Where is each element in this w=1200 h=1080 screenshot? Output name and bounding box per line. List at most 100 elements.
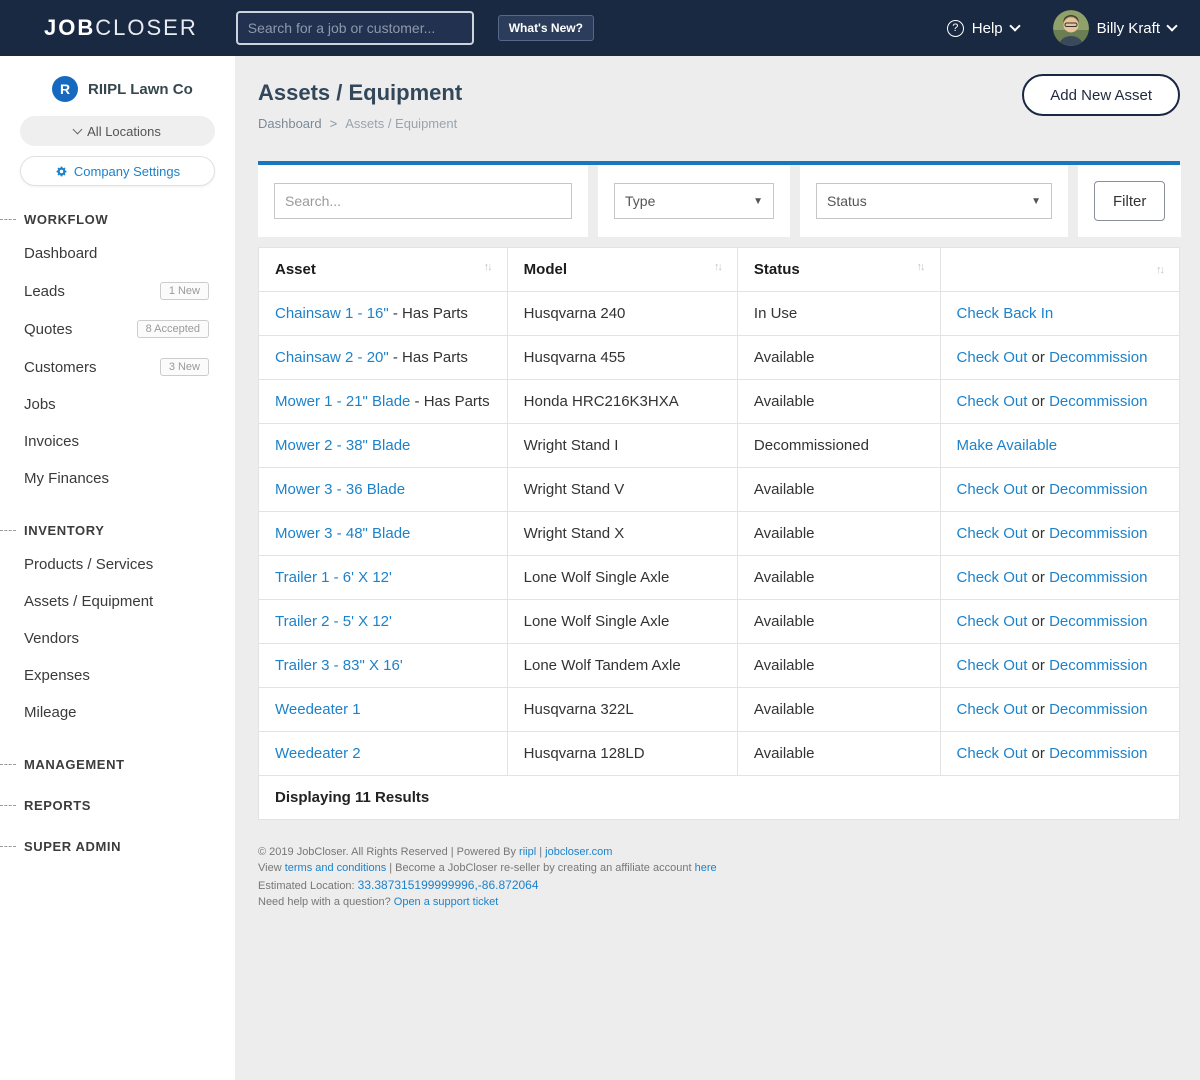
action-link-check-out[interactable]: Check Out (957, 525, 1028, 542)
sidebar-item-mileage[interactable]: Mileage (0, 694, 235, 731)
action-link-check-out[interactable]: Check Out (957, 569, 1028, 586)
sort-icon[interactable]: ↑↓ (917, 261, 924, 273)
filter-button[interactable]: Filter (1094, 181, 1165, 221)
section-dash (0, 219, 16, 220)
asset-link[interactable]: Trailer 1 - 6' X 12' (275, 569, 392, 586)
sort-icon[interactable]: ↑↓ (484, 261, 491, 273)
action-link-decommission[interactable]: Decommission (1049, 481, 1147, 498)
action-link-check-out[interactable]: Check Out (957, 657, 1028, 674)
sidebar-item-quotes[interactable]: Quotes8 Accepted (0, 310, 235, 348)
asset-link[interactable]: Trailer 3 - 83" X 16' (275, 657, 403, 674)
action-link-decommission[interactable]: Decommission (1049, 525, 1147, 542)
help-menu[interactable]: ? Help (947, 20, 1019, 37)
sidebar-item-invoices[interactable]: Invoices (0, 423, 235, 460)
asset-cell: Weedeater 2 (259, 732, 508, 776)
action-link-check-out[interactable]: Check Out (957, 745, 1028, 762)
footer-text: Estimated Location: (258, 880, 358, 892)
section-label: Reports (24, 798, 91, 813)
filter-status-cell: Status ▼ (800, 165, 1068, 237)
status-cell: Available (737, 600, 940, 644)
model-cell: Wright Stand X (507, 512, 737, 556)
assets-table-body: Chainsaw 1 - 16" - Has Parts Husqvarna 24… (259, 292, 1180, 776)
asset-cell: Mower 2 - 38" Blade (259, 424, 508, 468)
user-menu[interactable]: Billy Kraft (1053, 10, 1176, 46)
footer-link-riipl[interactable]: riipl (519, 846, 536, 858)
action-separator: or (1027, 745, 1049, 762)
action-link-decommission[interactable]: Decommission (1049, 745, 1147, 762)
action-link-check-back-in[interactable]: Check Back In (957, 305, 1054, 322)
footer-link-jobcloser-com[interactable]: jobcloser.com (545, 846, 612, 858)
chevron-down-icon (73, 125, 83, 135)
model-cell: Husqvarna 322L (507, 688, 737, 732)
sidebar-item-assets-equipment[interactable]: Assets / Equipment (0, 583, 235, 620)
asset-cell: Mower 1 - 21" Blade - Has Parts (259, 380, 508, 424)
sidebar-item-expenses[interactable]: Expenses (0, 657, 235, 694)
breadcrumb-dashboard[interactable]: Dashboard (258, 116, 322, 131)
asset-link[interactable]: Chainsaw 2 - 20" (275, 349, 389, 366)
help-label: Help (972, 20, 1003, 37)
footer-link-here[interactable]: here (695, 862, 717, 874)
action-link-decommission[interactable]: Decommission (1049, 657, 1147, 674)
asset-link[interactable]: Trailer 2 - 5' X 12' (275, 613, 392, 630)
locations-dropdown[interactable]: All Locations (20, 116, 215, 146)
nav-section-reports: Reports (0, 798, 235, 813)
global-search-input[interactable] (236, 11, 474, 45)
count-badge: 1 New (160, 282, 209, 300)
table-row: Mower 2 - 38" BladeWright Stand IDecommi… (259, 424, 1180, 468)
nav-section-inventory: Inventory (0, 523, 235, 538)
top-navbar: JOBCLOSER What's New? ? Help (0, 0, 1200, 56)
sidebar-item-jobs[interactable]: Jobs (0, 386, 235, 423)
sidebar-item-dashboard[interactable]: Dashboard (0, 235, 235, 272)
asset-link[interactable]: Mower 3 - 36 Blade (275, 481, 405, 498)
table-search-input[interactable] (274, 183, 572, 219)
company-name: RIIPL Lawn Co (88, 81, 193, 98)
asset-link[interactable]: Mower 2 - 38" Blade (275, 437, 410, 454)
table-footer-row: Displaying 11 Results (259, 776, 1180, 820)
table-row: Chainsaw 2 - 20" - Has PartsHusqvarna 45… (259, 336, 1180, 380)
action-link-make-available[interactable]: Make Available (957, 437, 1058, 454)
action-link-decommission[interactable]: Decommission (1049, 349, 1147, 366)
add-new-asset-button[interactable]: Add New Asset (1022, 74, 1180, 116)
asset-link[interactable]: Mower 3 - 48" Blade (275, 525, 410, 542)
sort-icon[interactable]: ↑↓ (1156, 264, 1163, 276)
sidebar-item-leads[interactable]: Leads1 New (0, 272, 235, 310)
actions-cell: Check Out or Decommission (940, 600, 1179, 644)
table-row: Trailer 2 - 5' X 12'Lone Wolf Single Axl… (259, 600, 1180, 644)
sidebar-item-customers[interactable]: Customers3 New (0, 348, 235, 386)
footer-link-33-387315199999996-86-872064[interactable]: 33.387315199999996,-86.872064 (358, 878, 539, 892)
sidebar-item-label: Mileage (24, 704, 77, 721)
asset-suffix: - Has Parts (389, 349, 468, 366)
logo: JOBCLOSER (44, 15, 198, 41)
status-cell: In Use (737, 292, 940, 336)
action-link-check-out[interactable]: Check Out (957, 701, 1028, 718)
logo-light: CLOSER (95, 15, 197, 40)
action-link-check-out[interactable]: Check Out (957, 393, 1028, 410)
status-select[interactable]: Status ▼ (816, 183, 1052, 219)
model-cell: Lone Wolf Tandem Axle (507, 644, 737, 688)
actions-cell: Check Out or Decommission (940, 644, 1179, 688)
whats-new-button[interactable]: What's New? (498, 15, 594, 41)
sidebar-item-my-finances[interactable]: My Finances (0, 460, 235, 497)
action-link-decommission[interactable]: Decommission (1049, 701, 1147, 718)
action-link-decommission[interactable]: Decommission (1049, 569, 1147, 586)
type-select[interactable]: Type ▼ (614, 183, 774, 219)
filter-type-cell: Type ▼ (598, 165, 790, 237)
action-link-check-out[interactable]: Check Out (957, 481, 1028, 498)
asset-link[interactable]: Mower 1 - 21" Blade (275, 393, 410, 410)
action-link-check-out[interactable]: Check Out (957, 349, 1028, 366)
footer-link-terms-and-conditions[interactable]: terms and conditions (285, 862, 387, 874)
action-link-decommission[interactable]: Decommission (1049, 393, 1147, 410)
sidebar-item-products-services[interactable]: Products / Services (0, 546, 235, 583)
footer-link-open-a-support-ticket[interactable]: Open a support ticket (394, 896, 499, 908)
sort-icon[interactable]: ↑↓ (714, 261, 721, 273)
sidebar-item-vendors[interactable]: Vendors (0, 620, 235, 657)
company-settings-button[interactable]: Company Settings (20, 156, 215, 186)
asset-link[interactable]: Weedeater 1 (275, 701, 361, 718)
action-link-decommission[interactable]: Decommission (1049, 613, 1147, 630)
table-row: Mower 1 - 21" Blade - Has PartsHonda HRC… (259, 380, 1180, 424)
asset-link[interactable]: Chainsaw 1 - 16" (275, 305, 389, 322)
model-cell: Husqvarna 240 (507, 292, 737, 336)
sidebar-nav: WorkflowDashboardLeads1 NewQuotes8 Accep… (0, 212, 235, 854)
asset-link[interactable]: Weedeater 2 (275, 745, 361, 762)
action-link-check-out[interactable]: Check Out (957, 613, 1028, 630)
